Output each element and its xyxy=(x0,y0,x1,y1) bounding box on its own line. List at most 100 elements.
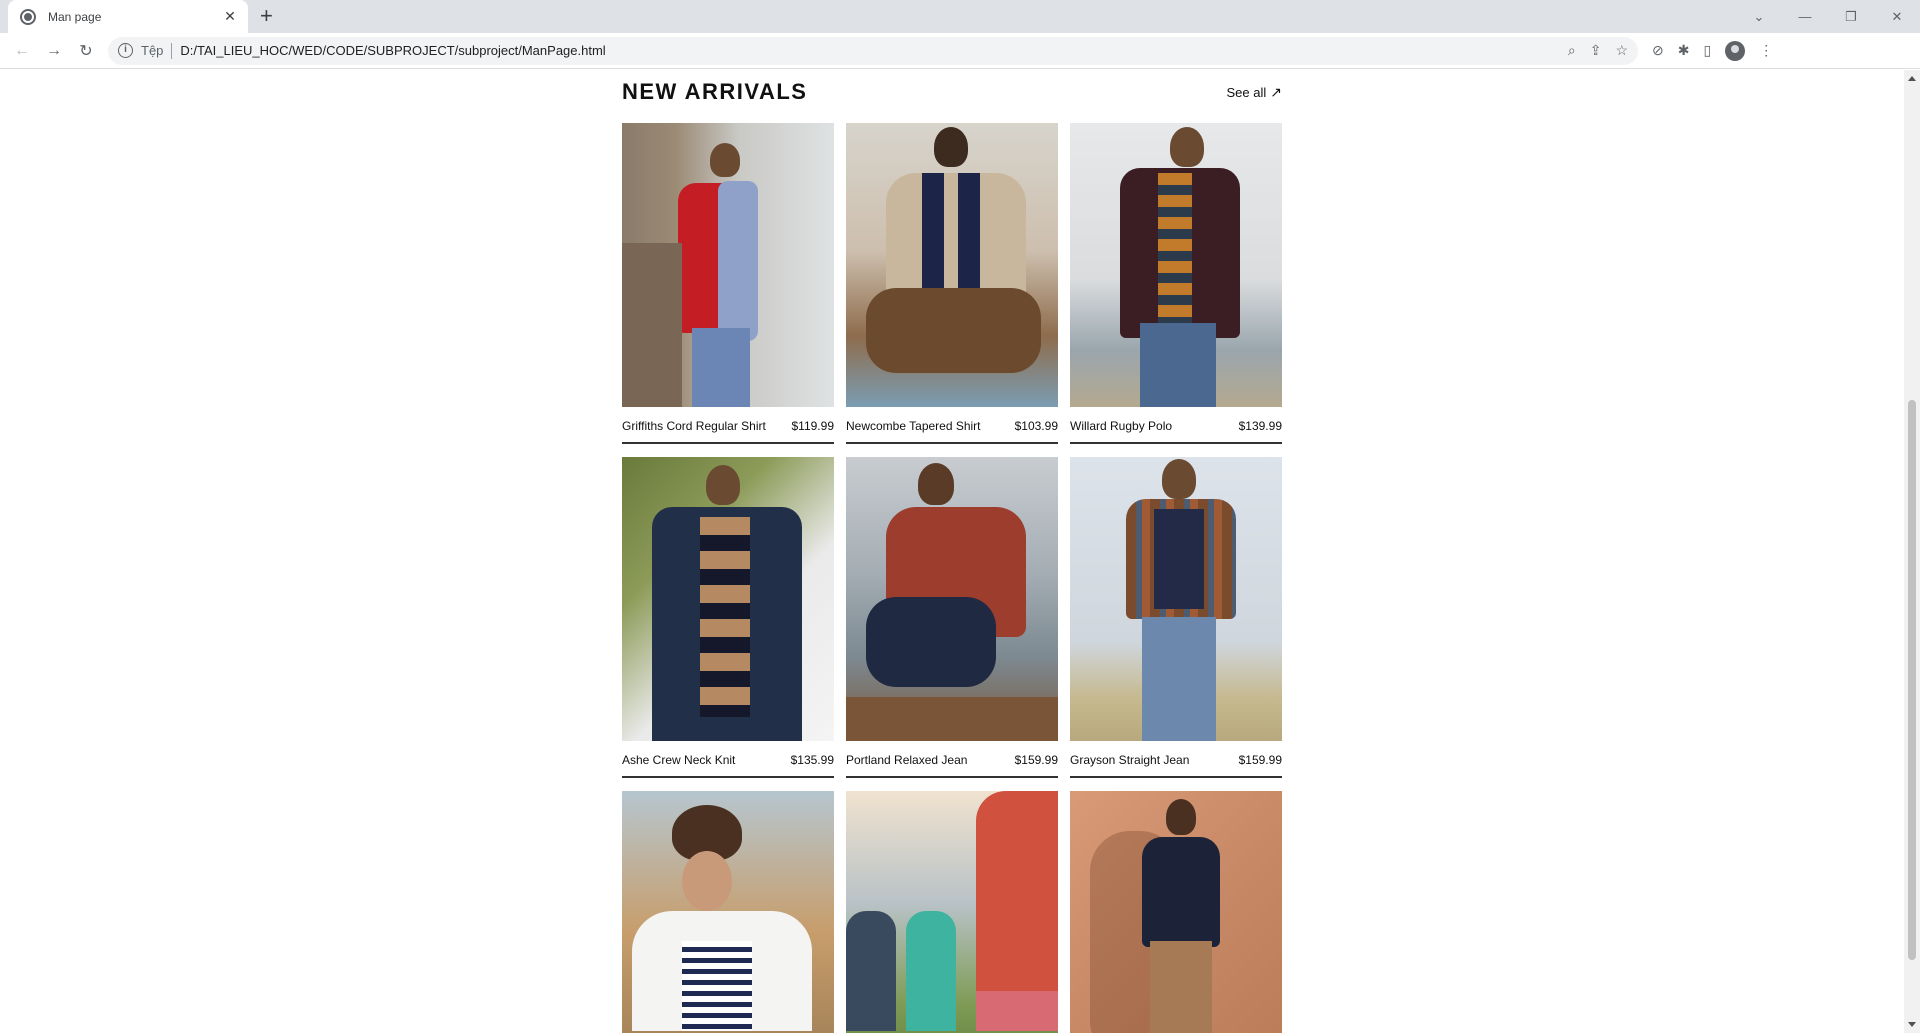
jeans-shape xyxy=(1142,617,1216,741)
jeans-shape xyxy=(866,597,996,687)
product-price: $139.99 xyxy=(1238,419,1282,433)
model-head-shape xyxy=(934,127,968,167)
face-shape xyxy=(682,851,732,911)
reload-button[interactable]: ↻ xyxy=(70,41,102,61)
scroll-down-icon[interactable] xyxy=(1908,1022,1916,1027)
globe-icon xyxy=(20,8,36,25)
product-name[interactable]: Griffiths Cord Regular Shirt xyxy=(622,419,766,433)
page-viewport: NEW ARRIVALS See all ↗ Griffiths Cord Re… xyxy=(0,70,1904,1033)
product-card[interactable]: Ashe Crew Neck Knit $135.99 xyxy=(622,457,834,778)
scrollbar-thumb[interactable] xyxy=(1908,400,1916,960)
product-caption: Grayson Straight Jean $159.99 xyxy=(1070,741,1282,778)
product-price: $103.99 xyxy=(1014,419,1058,433)
striped-tee-shape xyxy=(682,941,752,1031)
extensions-icon[interactable]: ✱ xyxy=(1678,42,1690,59)
product-card[interactable]: Griffiths Cord Regular Shirt $119.99 xyxy=(622,123,834,444)
rock-shape xyxy=(622,243,682,407)
product-image[interactable] xyxy=(1070,123,1282,407)
product-name[interactable]: Portland Relaxed Jean xyxy=(846,753,967,767)
wall-shape xyxy=(846,697,1058,741)
dress-shape xyxy=(906,911,956,1031)
shorts-shape xyxy=(976,991,1058,1031)
product-card[interactable]: Willard Rugby Polo $139.99 xyxy=(1070,123,1282,444)
model-head-shape xyxy=(706,465,740,505)
product-caption: Griffiths Cord Regular Shirt $119.99 xyxy=(622,407,834,444)
compass-icon[interactable]: ⊘ xyxy=(1652,42,1664,59)
see-all-label: See all xyxy=(1226,84,1267,100)
menu-icon[interactable]: ⋮ xyxy=(1759,42,1773,59)
back-button[interactable]: ← xyxy=(6,42,38,60)
product-price: $119.99 xyxy=(791,419,835,433)
product-name[interactable]: Newcombe Tapered Shirt xyxy=(846,419,981,433)
product-image[interactable] xyxy=(622,123,834,407)
new-arrivals-section: NEW ARRIVALS See all ↗ Griffiths Cord Re… xyxy=(622,79,1282,1033)
knit-sweater-shape xyxy=(700,517,750,717)
product-image[interactable] xyxy=(846,457,1058,741)
rugby-polo-shape xyxy=(1158,173,1192,323)
product-caption: Portland Relaxed Jean $159.99 xyxy=(846,741,1058,778)
product-image[interactable] xyxy=(1070,457,1282,741)
model-head-shape xyxy=(1166,799,1196,835)
new-tab-button[interactable]: + xyxy=(260,5,273,27)
scarf-shape xyxy=(718,181,758,341)
product-card[interactable] xyxy=(846,791,1058,1033)
tab-strip: Man page ✕ + ⌄ — ❐ ✕ xyxy=(0,0,1920,33)
product-caption: Ashe Crew Neck Knit $135.99 xyxy=(622,741,834,778)
tab-search-icon[interactable]: ⌄ xyxy=(1736,9,1782,25)
close-window-button[interactable]: ✕ xyxy=(1874,9,1920,25)
close-tab-icon[interactable]: ✕ xyxy=(222,8,238,25)
window-controls: ⌄ — ❐ ✕ xyxy=(1736,0,1920,33)
share-icon[interactable]: ⇪ xyxy=(1590,42,1602,59)
product-price: $135.99 xyxy=(790,753,834,767)
side-panel-icon[interactable]: ▯ xyxy=(1703,42,1711,59)
product-card[interactable]: Grayson Straight Jean $159.99 xyxy=(1070,457,1282,778)
page-scrollbar[interactable] xyxy=(1904,70,1920,1033)
product-name[interactable]: Willard Rugby Polo xyxy=(1070,419,1172,433)
navy-shirt-shape xyxy=(1142,837,1220,947)
browser-toolbar: ← → ↻ i Tệp D:/TAI_LIEU_HOC/WED/CODE/SUB… xyxy=(0,33,1920,69)
product-image[interactable] xyxy=(622,791,834,1033)
url-text[interactable]: D:/TAI_LIEU_HOC/WED/CODE/SUBPROJECT/subp… xyxy=(180,43,1567,58)
model-head-shape xyxy=(1162,459,1196,499)
product-image[interactable] xyxy=(622,457,834,741)
product-card[interactable] xyxy=(622,791,834,1033)
profile-avatar[interactable] xyxy=(1725,40,1746,61)
bookmark-star-icon[interactable]: ☆ xyxy=(1615,42,1628,59)
section-header: NEW ARRIVALS See all ↗ xyxy=(622,79,1282,104)
model-head-shape xyxy=(710,143,740,177)
scroll-up-icon[interactable] xyxy=(1908,76,1916,81)
product-image[interactable] xyxy=(1070,791,1282,1033)
product-card[interactable]: Newcombe Tapered Shirt $103.99 xyxy=(846,123,1058,444)
product-caption: Newcombe Tapered Shirt $103.99 xyxy=(846,407,1058,444)
forward-button[interactable]: → xyxy=(38,42,70,60)
see-all-link[interactable]: See all ↗ xyxy=(1227,84,1282,101)
product-card[interactable]: Portland Relaxed Jean $159.99 xyxy=(846,457,1058,778)
toolbar-actions: ⊘ ✱ ▯ ⋮ xyxy=(1652,40,1773,61)
product-card[interactable] xyxy=(1070,791,1282,1033)
zoom-icon[interactable]: ⌕ xyxy=(1568,42,1576,59)
arrow-up-right-icon: ↗ xyxy=(1270,83,1282,100)
product-name[interactable]: Grayson Straight Jean xyxy=(1070,753,1189,767)
sweater-shape xyxy=(1154,509,1204,609)
address-divider xyxy=(171,42,173,59)
minimize-button[interactable]: — xyxy=(1782,9,1828,24)
model-head-shape xyxy=(918,463,954,505)
chinos-shape xyxy=(1150,941,1212,1033)
jeans-shape xyxy=(692,328,750,407)
product-name[interactable]: Ashe Crew Neck Knit xyxy=(622,753,735,767)
trousers-shape xyxy=(866,288,1041,373)
jacket-shape xyxy=(846,911,896,1031)
browser-tab[interactable]: Man page ✕ xyxy=(8,0,248,33)
model-head-shape xyxy=(1170,127,1204,167)
section-title: NEW ARRIVALS xyxy=(622,79,808,104)
address-bar[interactable]: i Tệp D:/TAI_LIEU_HOC/WED/CODE/SUBPROJEC… xyxy=(108,36,1638,65)
info-icon[interactable]: i xyxy=(118,43,133,58)
product-image[interactable] xyxy=(846,123,1058,407)
check-shirt-shape xyxy=(886,173,1026,303)
restore-button[interactable]: ❐ xyxy=(1828,9,1874,25)
tab-title: Man page xyxy=(48,9,102,24)
product-caption: Willard Rugby Polo $139.99 xyxy=(1070,407,1282,444)
product-image[interactable] xyxy=(846,791,1058,1033)
product-price: $159.99 xyxy=(1238,753,1282,767)
product-price: $159.99 xyxy=(1014,753,1058,767)
